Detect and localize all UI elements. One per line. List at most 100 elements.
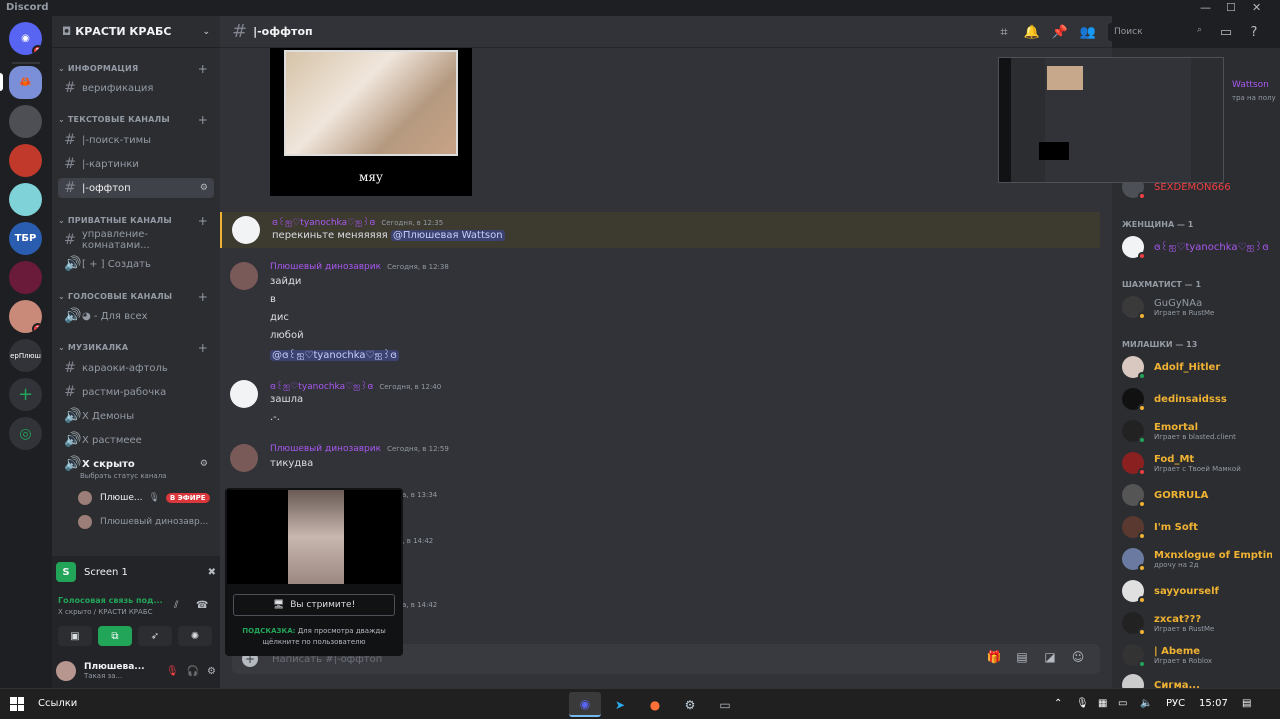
home-button[interactable]: ◉ 5: [9, 22, 42, 55]
member-item[interactable]: | Abeme Играет в Roblox: [1122, 640, 1278, 670]
message[interactable]: Плюшевый динозаврик Сегодня, в 12:59 тику…: [220, 442, 1100, 476]
server-6[interactable]: [9, 261, 42, 294]
member-name[interactable]: Wattson: [1232, 80, 1269, 90]
user-mention[interactable]: @ɞ꒰ஐ♡tyanochka♡ஐ꒱ɞ: [270, 350, 399, 361]
taskbar-app[interactable]: ▭: [709, 692, 741, 717]
channel-demons[interactable]: 🔊 Х Демоны: [58, 406, 214, 426]
server-krasti-krabs[interactable]: 🦀: [9, 66, 42, 99]
disconnect-icon[interactable]: ☎: [196, 600, 208, 611]
bell-icon[interactable]: 🔔: [1018, 25, 1046, 40]
category-info[interactable]: ⌄ ИНФОРМАЦИЯ +: [58, 62, 208, 76]
gif-icon[interactable]: ▤: [1008, 650, 1036, 664]
channel-search[interactable]: # |-поиск-тимы: [58, 130, 214, 150]
soundboard-button[interactable]: ✺: [178, 626, 212, 646]
add-channel-icon[interactable]: +: [198, 113, 208, 127]
taskbar-links-label[interactable]: Ссылки: [38, 698, 77, 709]
stop-share-icon[interactable]: ✖: [208, 567, 216, 578]
guild-header[interactable]: ◘ КРАСТИ КРАБС ⌄: [52, 16, 220, 48]
settings-icon[interactable]: ⚙: [200, 183, 208, 193]
server-5[interactable]: ТБР: [9, 222, 42, 255]
stream-video[interactable]: [227, 490, 401, 584]
close-icon[interactable]: ✕: [1252, 1, 1261, 14]
channel-rastmee[interactable]: 🔊 Х растмеее: [58, 430, 214, 450]
stream-preview-popup[interactable]: 🖥 Вы стримите! ПОДСКАЗКА: Для просмотра д…: [225, 488, 403, 656]
add-channel-icon[interactable]: +: [198, 290, 208, 304]
taskbar-steam[interactable]: ⚙: [674, 692, 706, 717]
add-channel-icon[interactable]: +: [198, 341, 208, 355]
category-music[interactable]: ⌄ МУЗИКАЛКА +: [58, 341, 208, 355]
members-icon[interactable]: 👥: [1074, 25, 1102, 40]
tray-up-icon[interactable]: ⌃: [1054, 698, 1062, 709]
help-icon[interactable]: ?: [1240, 25, 1268, 40]
channel-create[interactable]: 🔊[ + ] Создать: [58, 254, 214, 274]
add-server-button[interactable]: +: [9, 378, 42, 411]
member-item[interactable]: dedinsaidsss: [1122, 384, 1278, 414]
server-7[interactable]: 2: [9, 300, 42, 333]
author-name[interactable]: ɞ꒰ஐ♡tyanochka♡ஐ꒱ɞ: [270, 382, 373, 392]
tray-language[interactable]: РУС: [1166, 698, 1185, 709]
sticker-icon[interactable]: ◪: [1036, 650, 1064, 664]
category-text[interactable]: ⌄ ТЕКСТОВЫЕ КАНАЛЫ +: [58, 113, 208, 127]
cat-image-attachment[interactable]: мяу: [270, 48, 472, 196]
emoji-icon[interactable]: ☺: [1064, 650, 1092, 664]
tray-battery-icon[interactable]: ▭: [1118, 698, 1127, 709]
server-2[interactable]: [9, 105, 42, 138]
voice-channel-path[interactable]: Х скрыто / КРАСТИ КРАБС: [58, 608, 168, 616]
maximize-icon[interactable]: ☐: [1226, 1, 1236, 14]
member-item[interactable]: Emortal Играет в blasted.client: [1122, 416, 1278, 446]
threads-icon[interactable]: ⌗: [990, 25, 1018, 40]
server-3[interactable]: [9, 144, 42, 177]
voice-user-2[interactable]: Плюшевый динозавр...: [78, 512, 214, 532]
user-mention[interactable]: @Плюшевая Wattson: [390, 230, 505, 241]
channel-karaoke[interactable]: # караоки-афтоль: [58, 358, 214, 378]
channel-verify[interactable]: # верификация: [58, 78, 214, 98]
tray-volume-icon[interactable]: 🔈: [1140, 698, 1152, 709]
channel-manage[interactable]: # управление-комнатами...: [58, 229, 214, 251]
user-area[interactable]: Плюшева... Такая за... 🎙 🎧 ⚙: [56, 656, 216, 686]
tray-mic-icon[interactable]: 🎙: [1076, 698, 1089, 709]
screen-share-row[interactable]: S Screen 1 ✖: [56, 560, 216, 584]
search-input[interactable]: Поиск ⌕: [1108, 23, 1206, 41]
member-item[interactable]: GORRULA: [1122, 480, 1278, 510]
camera-button[interactable]: ▣: [58, 626, 92, 646]
signal-icon[interactable]: ⫽: [174, 600, 178, 611]
minimize-icon[interactable]: —: [1200, 1, 1211, 14]
channel-pictures[interactable]: # |-картинки: [58, 154, 214, 174]
pin-icon[interactable]: 📌: [1046, 25, 1074, 40]
channel-status-picker[interactable]: Выбрать статус канала: [80, 472, 166, 480]
gift-icon[interactable]: 🎁: [980, 650, 1008, 664]
member-item[interactable]: Mxnxlogue of Emptin... дрочу на 2д: [1122, 544, 1278, 574]
category-private[interactable]: ⌄ ПРИВАТНЫЕ КАНАЛЫ +: [58, 214, 208, 228]
tray-network-icon[interactable]: ▦: [1098, 698, 1107, 709]
inbox-icon[interactable]: ▭: [1212, 25, 1240, 40]
message-mention[interactable]: ɞ꒰ஐ♡tyanochka♡ஐ꒱ɞ Сегодня, в 12:35 переки…: [220, 212, 1100, 248]
member-item[interactable]: sayyourself: [1122, 576, 1278, 606]
member-item[interactable]: I'm Soft: [1122, 512, 1278, 542]
member-item[interactable]: GuGyNAa Играет в RustMe: [1122, 292, 1278, 322]
tray-clock[interactable]: 15:07: [1199, 698, 1228, 709]
member-item[interactable]: Fod_Mt Играет с Твоей Мамкой: [1122, 448, 1278, 478]
headphones-icon[interactable]: 🎧: [187, 666, 199, 677]
activities-button[interactable]: ➶: [138, 626, 172, 646]
add-channel-icon[interactable]: +: [198, 62, 208, 76]
message[interactable]: Плюшевый динозаврик Сегодня, в 12:38 зайд…: [220, 260, 1100, 370]
author-name[interactable]: Плюшевый динозаврик: [270, 444, 381, 454]
channel-rastmi[interactable]: # растми-рабочка: [58, 382, 214, 402]
mute-mic-icon[interactable]: 🎙: [166, 666, 179, 677]
streaming-button[interactable]: 🖥 Вы стримите!: [233, 594, 395, 616]
taskbar-telegram[interactable]: ➤: [604, 692, 636, 717]
category-voice[interactable]: ⌄ ГОЛОСОВЫЕ КАНАЛЫ +: [58, 290, 208, 304]
member-item[interactable]: Сигма...: [1122, 670, 1278, 688]
author-name[interactable]: Плюшевый динозаврик: [270, 262, 381, 272]
channel-forall[interactable]: 🔊 ◕ - Для всех: [58, 306, 214, 326]
voice-user-1[interactable]: Плюше... 🎙 В ЭФИРЕ: [78, 488, 214, 508]
explore-button[interactable]: ◎: [9, 417, 42, 450]
server-8[interactable]: ерПлюш: [9, 339, 42, 372]
member-item[interactable]: zxcat??? Играет в RustMe: [1122, 608, 1278, 638]
taskbar-discord[interactable]: ◉: [569, 692, 601, 717]
server-4[interactable]: [9, 183, 42, 216]
user-settings-icon[interactable]: ⚙: [207, 666, 216, 677]
voice-connected-status[interactable]: Голосовая связь под...: [58, 596, 168, 605]
channel-hidden[interactable]: 🔊 Х скрыто ⚙: [58, 454, 214, 474]
message[interactable]: ɞ꒰ஐ♡tyanochka♡ஐ꒱ɞ Сегодня, в 12:40 зашла …: [220, 378, 1100, 428]
